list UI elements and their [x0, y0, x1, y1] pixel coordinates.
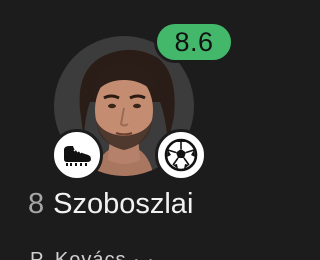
football-boot-icon: [51, 129, 103, 181]
next-player-row-partial: P. Kovács · ·: [30, 249, 155, 260]
player-name: Szoboszlai: [53, 188, 194, 220]
football-icon: [155, 129, 207, 181]
player-name-row[interactable]: 8 Szoboszlai: [28, 188, 193, 221]
shirt-number: 8: [28, 188, 45, 220]
player-card[interactable]: 8.6 8 Szoboszlai P. Kovács · ·: [0, 0, 276, 260]
player-rating: 8.6: [174, 26, 214, 57]
player-rating-badge: 8.6: [154, 21, 234, 63]
